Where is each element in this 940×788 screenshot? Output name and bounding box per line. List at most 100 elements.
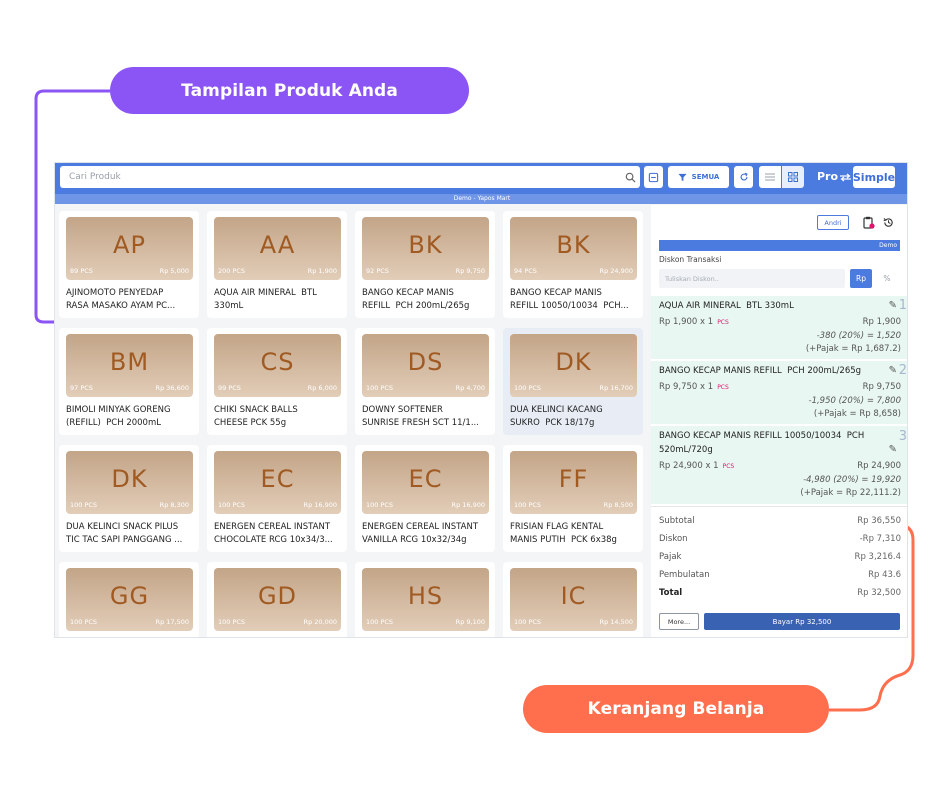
barcode-icon	[648, 172, 659, 182]
cart-item-discount: -1,950 (20%) = 7,800	[808, 396, 902, 406]
list-view-icon	[765, 173, 775, 181]
callout-cart: Keranjang Belanja	[523, 685, 829, 733]
cart-item-number: 3	[898, 429, 907, 444]
filter-label: SEMUA	[691, 173, 720, 181]
search-icon[interactable]	[620, 167, 640, 187]
product-code: CS	[260, 348, 295, 376]
subtotal-row: Subtotal Rp 36,550	[659, 516, 901, 526]
total-row: Total Rp 32,500	[659, 588, 901, 598]
list-view-button[interactable]	[759, 166, 781, 188]
product-card[interactable]: GD 100 PCS Rp 20,000	[207, 562, 347, 637]
cart-item-amount: Rp 24,900	[857, 461, 901, 471]
product-card[interactable]: BM 97 PCS Rp 36,600 BIMOLI MINYAK GORENG (R…	[59, 328, 199, 435]
cart-item[interactable]: BANGO KECAP MANIS REFILL 10050/10034 PCH…	[651, 426, 907, 504]
product-name: BANGO KECAP MANIS REFILL 10050/10034 PCH…	[510, 288, 629, 311]
grid-view-button[interactable]	[782, 166, 804, 188]
mode-pro-label[interactable]: Pro	[817, 170, 838, 183]
rounding-value: Rp 43.6	[868, 570, 901, 580]
discount-input[interactable]	[659, 269, 845, 288]
edit-icon[interactable]: ✎	[889, 444, 897, 455]
product-card[interactable]: BK 92 PCS Rp 9,750 BANGO KECAP MANIS REFILL…	[355, 211, 495, 318]
product-thumbnail: BM 97 PCS Rp 36,600	[66, 334, 193, 397]
refresh-button[interactable]	[734, 166, 753, 188]
product-code: BM	[109, 348, 150, 376]
product-price: Rp 6,000	[307, 384, 337, 392]
product-thumbnail: EC 100 PCS Rp 16,900	[214, 451, 341, 514]
cart-item[interactable]: BANGO KECAP MANIS REFILL PCH 200mL/265g …	[651, 361, 907, 424]
product-name: ENERGEN CEREAL INSTANT VANILLA RCG 10x32…	[362, 522, 479, 545]
mode-simple-button[interactable]: Simple	[853, 166, 895, 188]
product-name: DUA KELINCI SNACK PILUS TIC TAC SAPI PAN…	[66, 522, 183, 545]
cart-item-amount: Rp 9,750	[862, 382, 901, 392]
product-code: FF	[558, 465, 589, 493]
product-code: AP	[113, 231, 146, 259]
product-card[interactable]: FF 100 PCS Rp 8,500 FRISIAN FLAG KENTAL MAN…	[503, 445, 643, 552]
product-name: ENERGEN CEREAL INSTANT CHOCOLATE RCG 10x…	[214, 522, 333, 545]
unit-tag: PCS	[717, 319, 729, 326]
product-stock: 200 PCS	[218, 267, 246, 275]
product-price: Rp 9,100	[455, 618, 485, 626]
product-card[interactable]: EC 100 PCS Rp 16,900 ENERGEN CEREAL INSTANT…	[207, 445, 347, 552]
product-code: EC	[408, 465, 443, 493]
product-card[interactable]: HS 100 PCS Rp 9,100	[355, 562, 495, 637]
product-price: Rp 4,700	[455, 384, 485, 392]
toggle-icon[interactable]	[839, 172, 852, 183]
pos-app-window: SEMUA Pro Simple Demo - Yapos Mart AP 89 …	[54, 162, 908, 638]
product-card[interactable]: DS 100 PCS Rp 4,700 DOWNY SOFTENER SUNRISE …	[355, 328, 495, 435]
product-card[interactable]: BK 94 PCS Rp 24,900 BANGO KECAP MANIS REFIL…	[503, 211, 643, 318]
discount-percent-toggle[interactable]: %	[876, 269, 898, 288]
pay-button[interactable]: Bayar Rp 32,500	[704, 613, 900, 630]
product-card[interactable]: CS 99 PCS Rp 6,000 CHIKI SNACK BALLS CHEESE…	[207, 328, 347, 435]
search-input[interactable]	[60, 166, 620, 188]
product-price: Rp 16,900	[303, 501, 337, 509]
barcode-button[interactable]	[644, 166, 663, 188]
product-card[interactable]: IC 100 PCS Rp 14,500	[503, 562, 643, 637]
unit-tag: PCS	[722, 463, 735, 470]
history-icon[interactable]	[883, 217, 894, 228]
discount-total-label: Diskon	[659, 534, 688, 544]
product-price: Rp 9,750	[455, 267, 485, 275]
unit-tag: PCS	[717, 384, 729, 391]
product-price: Rp 20,000	[303, 618, 337, 626]
refresh-icon	[740, 172, 748, 181]
product-stock: 94 PCS	[514, 267, 537, 275]
product-card[interactable]: GG 100 PCS Rp 17,500	[59, 562, 199, 637]
cart-item-unit: Rp 24,900 x 1	[659, 461, 719, 471]
cart-item-tax: (+Pajak = Rp 1,687.2)	[805, 344, 901, 354]
product-card[interactable]: AP 89 PCS Rp 5,000 AJINOMOTO PENYEDAP RASA …	[59, 211, 199, 318]
edit-icon[interactable]: ✎	[889, 365, 897, 376]
product-stock: 92 PCS	[366, 267, 389, 275]
product-card[interactable]: DK 100 PCS Rp 16,700 DUA KELINCI KACANG SUK…	[503, 328, 643, 435]
divider	[651, 506, 907, 507]
cart-item-name: BANGO KECAP MANIS REFILL 10050/10034 PCH…	[659, 431, 865, 455]
product-stock: 100 PCS	[70, 618, 98, 626]
product-name: CHIKI SNACK BALLS CHEESE PCK 55g	[214, 405, 298, 428]
product-price: Rp 17,500	[155, 618, 189, 626]
product-card[interactable]: EC 100 PCS Rp 16,900 ENERGEN CEREAL INSTANT…	[355, 445, 495, 552]
discount-label: Diskon Transaksi	[659, 255, 722, 264]
product-stock: 89 PCS	[70, 267, 93, 275]
clipboard-icon[interactable]	[863, 216, 875, 229]
product-thumbnail: IC 100 PCS Rp 14,500	[510, 568, 637, 631]
product-thumbnail: BK 94 PCS Rp 24,900	[510, 217, 637, 280]
product-name: BANGO KECAP MANIS REFILL PCH 200mL/265g	[362, 288, 470, 311]
product-stock: 100 PCS	[366, 384, 394, 392]
product-card[interactable]: AA 200 PCS Rp 1,900 AQUA AIR MINERAL BTL 33…	[207, 211, 347, 318]
product-stock: 100 PCS	[366, 618, 394, 626]
more-button[interactable]: More...	[659, 613, 699, 630]
product-price: Rp 1,900	[307, 267, 337, 275]
discount-total-value: -Rp 7,310	[859, 534, 901, 544]
cart-item[interactable]: AQUA AIR MINERAL BTL 330mL ✎ 1 Rp 1,900 …	[651, 296, 907, 359]
product-thumbnail: AP 89 PCS Rp 5,000	[66, 217, 193, 280]
filter-button[interactable]: SEMUA	[668, 166, 729, 188]
product-card[interactable]: DK 100 PCS Rp 8,300 DUA KELINCI SNACK PILUS…	[59, 445, 199, 552]
user-button[interactable]: Andri	[817, 215, 849, 230]
product-thumbnail: FF 100 PCS Rp 8,500	[510, 451, 637, 514]
product-stock: 100 PCS	[514, 618, 542, 626]
product-thumbnail: AA 200 PCS Rp 1,900	[214, 217, 341, 280]
top-toolbar: SEMUA Pro Simple	[55, 163, 907, 194]
edit-icon[interactable]: ✎	[889, 300, 897, 311]
product-code: BK	[556, 231, 591, 259]
product-thumbnail: DK 100 PCS Rp 16,700	[510, 334, 637, 397]
discount-rp-toggle[interactable]: Rp	[850, 269, 872, 288]
